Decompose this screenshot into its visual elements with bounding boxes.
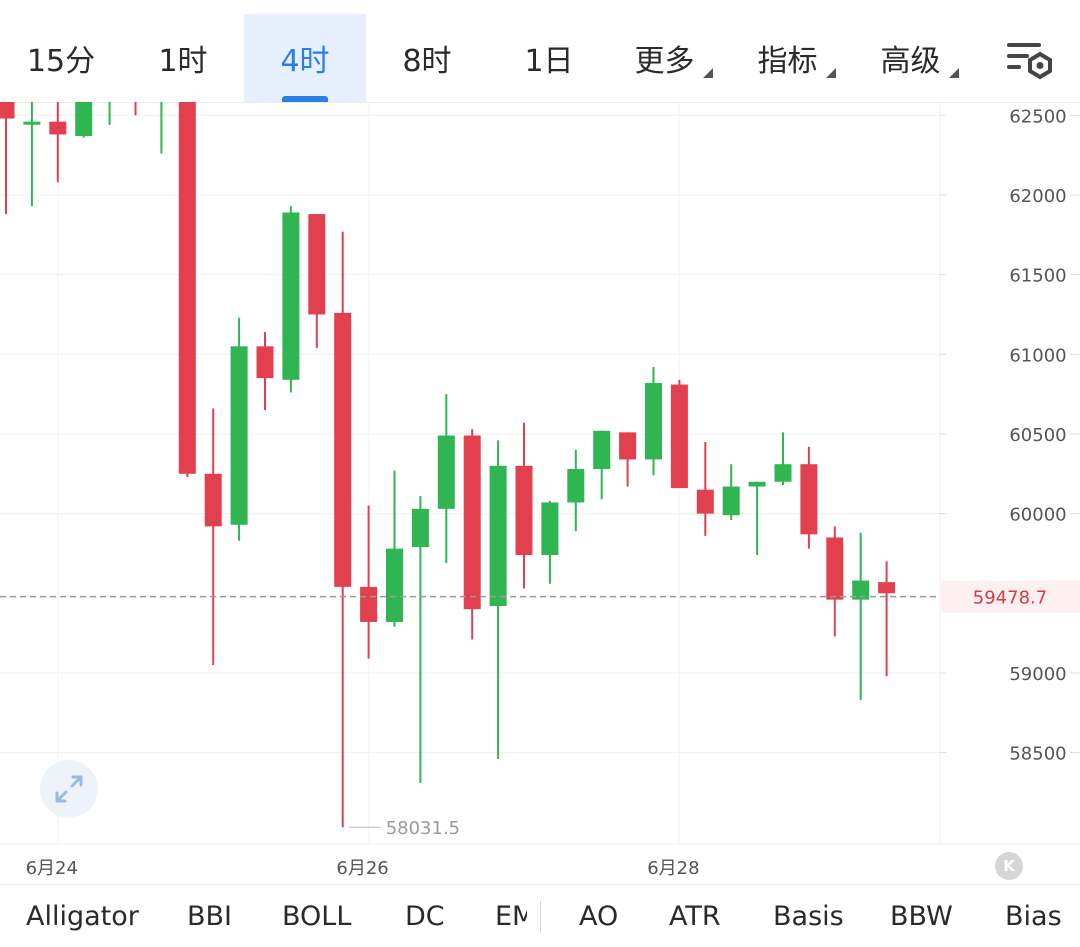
timeframe-tab-label: 8时	[402, 44, 452, 79]
timeframe-tab-2[interactable]: 4时	[244, 14, 366, 102]
candle-body	[670, 384, 688, 489]
indicator-basis[interactable]: Basis	[773, 885, 844, 947]
candle-body	[178, 53, 196, 474]
timeframe-tab-0[interactable]: 15分	[0, 14, 122, 102]
y-tick-label: 60000	[1009, 505, 1066, 526]
low-price-label: 58031.5	[386, 818, 460, 839]
candle-body	[23, 121, 41, 125]
y-tick-label: 61500	[1009, 266, 1066, 287]
candle-body	[515, 465, 533, 556]
indicator-atr[interactable]: ATR	[669, 885, 721, 947]
chart-canvas: 6300062500620006150061000605006000059000…	[0, 0, 1080, 879]
candle-body	[49, 121, 67, 135]
indicator-bar: Alligator BBI BOLL DC EM AO ATR Basis BBW Bias	[0, 884, 1080, 947]
timeframe-tab-label: 15分	[26, 44, 96, 79]
timeframe-tab-3[interactable]: 8时	[366, 14, 488, 102]
candle-body	[308, 214, 326, 315]
timeframe-tab-5[interactable]: 更多	[610, 14, 733, 102]
timeframe-tab-label: 4时	[280, 44, 330, 79]
candle-body	[645, 382, 662, 460]
candle-body	[748, 481, 766, 487]
timeframe-tab-6[interactable]: 指标	[733, 14, 856, 102]
indicator-bbw[interactable]: BBW	[890, 885, 953, 947]
timeframe-tab-label: 更多	[635, 36, 713, 80]
candle-body	[774, 464, 792, 482]
y-tick-label: 59000	[1009, 664, 1066, 685]
dropdown-caret-icon	[948, 68, 959, 78]
chart-settings-icon	[1007, 43, 1052, 80]
candle-body	[75, 83, 93, 137]
timeframe-tab-label: 指标	[758, 36, 836, 80]
indicator-divider	[540, 901, 541, 933]
scroll-to-latest-icon: K	[1003, 857, 1015, 875]
dropdown-caret-icon	[702, 68, 713, 78]
candle-body	[463, 435, 481, 610]
timeframe-tab-label: 1时	[158, 44, 208, 79]
candle-body	[256, 346, 274, 379]
indicator-ao[interactable]: AO	[579, 885, 618, 947]
chart-settings-button[interactable]	[1005, 40, 1053, 80]
y-tick-label: 62500	[1009, 106, 1066, 127]
indicator-boll[interactable]: BOLL	[282, 885, 351, 947]
dropdown-caret-icon	[825, 68, 836, 78]
candle-body	[722, 486, 740, 516]
timeframe-tab-7[interactable]: 高级	[856, 14, 979, 102]
timeframe-tab-label: 高级	[881, 36, 959, 80]
candle-body	[0, 59, 15, 119]
x-date-label: 6月26	[336, 858, 388, 879]
timeframe-tab-4[interactable]: 1日	[488, 14, 610, 102]
timeframe-tab-1[interactable]: 1时	[122, 14, 244, 102]
candle-body	[593, 430, 611, 469]
candle-body	[826, 537, 844, 600]
candle-body	[878, 582, 896, 594]
candle-body	[282, 212, 300, 380]
candle-body	[541, 502, 559, 556]
x-date-label: 6月28	[647, 858, 699, 879]
indicator-bias[interactable]: Bias	[1005, 885, 1062, 947]
indicator-alligator[interactable]: Alligator	[26, 885, 139, 947]
candlestick-chart[interactable]: 6300062500620006150061000605006000059000…	[0, 0, 1080, 884]
candle-body	[334, 312, 352, 587]
expand-icon	[55, 775, 83, 803]
candle-body	[437, 435, 455, 509]
candle-body	[567, 469, 585, 503]
y-tick-label: 58500	[1009, 744, 1066, 765]
candle-body	[230, 346, 248, 525]
candle-body	[386, 548, 403, 622]
scroll-to-latest-button[interactable]: K	[995, 852, 1023, 880]
indicator-dc[interactable]: DC	[405, 885, 445, 947]
indicator-bbi[interactable]: BBI	[187, 885, 232, 947]
timeframe-tab-label: 1日	[524, 44, 574, 79]
candle-body	[204, 473, 222, 527]
indicator-em[interactable]: EM	[495, 885, 527, 947]
timeframe-tab-bar: 15分 1时 4时 8时 1日 更多 指标 高级	[0, 0, 1080, 103]
last-price-label: 59478.7	[973, 588, 1047, 609]
candle-body	[411, 508, 429, 548]
x-date-label: 6月24	[26, 858, 78, 879]
candle-body	[800, 464, 818, 535]
candle-body	[696, 489, 714, 514]
expand-button[interactable]	[40, 760, 98, 818]
y-tick-label: 60500	[1009, 425, 1066, 446]
candle-body	[360, 586, 378, 622]
y-tick-label: 62000	[1009, 186, 1066, 207]
candle-body	[489, 465, 507, 607]
candle-body	[619, 432, 637, 460]
y-tick-label: 61000	[1009, 345, 1066, 366]
